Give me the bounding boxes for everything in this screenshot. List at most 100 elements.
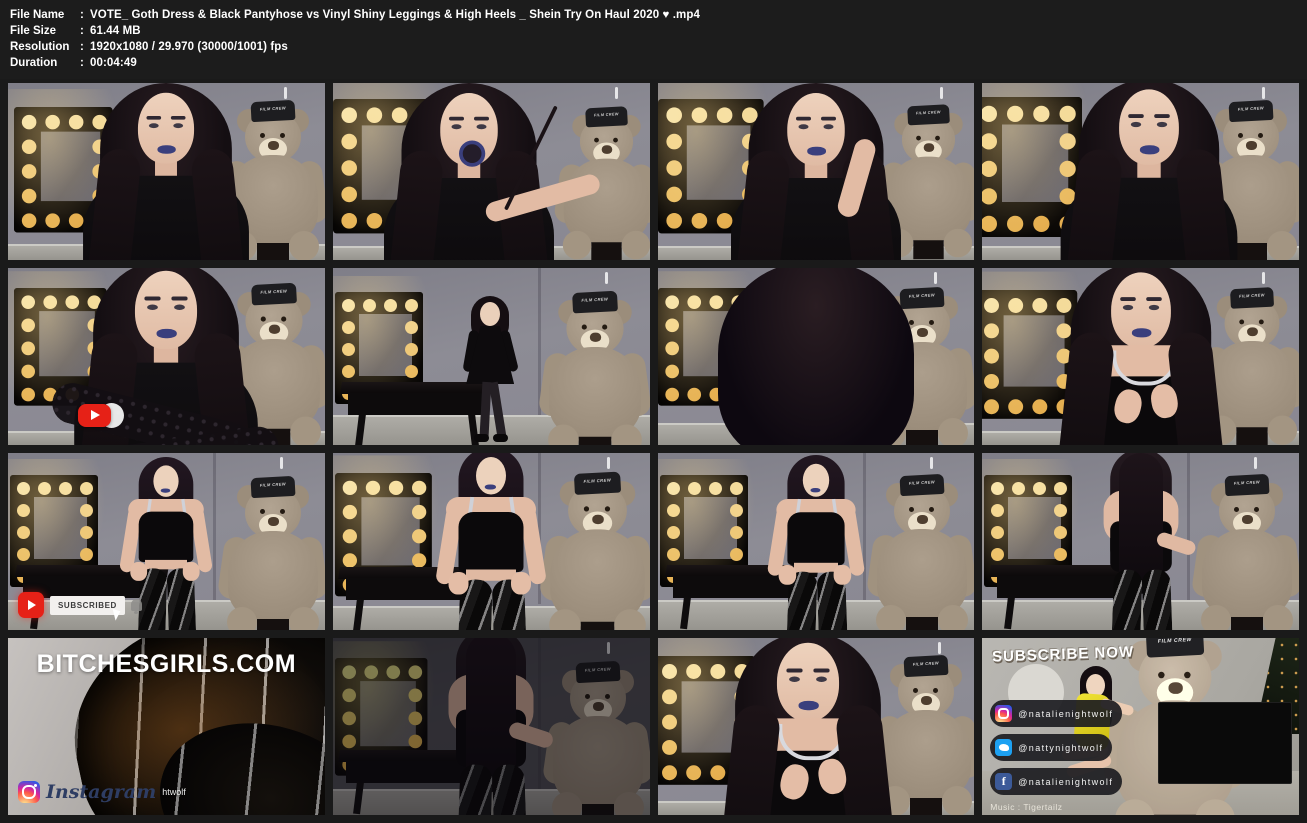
f-brow [1146,297,1162,301]
f-eye [1156,122,1166,127]
f-lips [1140,145,1160,154]
person-figure [369,83,569,260]
facebook-icon: f [995,773,1012,790]
b-nose [917,515,928,524]
fv-hand [449,572,469,595]
yt-tri [91,410,100,420]
b-cap-t: FILM CREW [1225,474,1269,486]
f-lips [158,145,176,154]
b-cap-t: FILM CREW [1146,638,1204,645]
meta-label: File Size [10,23,80,39]
thumbnail-frame-08: FILM CREW [982,268,1299,445]
f-brow [449,117,464,121]
person-figure [728,455,904,630]
b-eye [280,509,285,514]
f-brow [786,668,802,672]
thumbnail-frame-03: FILM CREW [658,83,975,260]
fv-cami [459,512,524,572]
duration-row: Duration:00:04:49 [10,55,1307,71]
file-info-header: File Name:VOTE_ Goth Dress & Black Panty… [0,0,1307,79]
cord [605,272,608,284]
instagram-handle: @natalienightwolf [1018,709,1113,719]
b-eye [281,317,286,322]
duration-value: 00:04:49 [90,57,137,69]
cord [1262,87,1265,99]
b-nose [917,328,928,337]
bell-icon [131,599,142,611]
resolution-value: 1920x1080 / 29.970 (30000/1001) fps [90,41,288,53]
f-eye [789,677,800,682]
meta-colon: : [80,55,90,71]
cord [615,87,618,99]
hb [718,268,914,445]
b-leg [944,229,973,258]
censor-box [1158,702,1292,784]
fv-hand [183,562,200,581]
person-figure [391,453,591,630]
facebook-handle: @natalienightwolf [1018,777,1113,787]
fv-leg [1110,569,1142,630]
thumbnail-frame-15: FILM CREW [658,638,975,815]
thumbnail-frame-13: BITCHESGIRLS.COM Instagram htwolf [8,638,325,815]
tw-b [999,744,1009,751]
b-cap-t: FILM CREW [900,287,944,299]
v-leg [1004,597,1015,630]
b-leg [289,231,319,260]
cord [280,457,283,469]
b-cap: FILM CREW [1146,638,1204,658]
b-eye [1254,507,1259,512]
f-brow [821,117,836,121]
b-leg [611,424,642,445]
instagram-icon [995,705,1012,722]
fd-tight [489,382,506,437]
cord [938,642,941,654]
thumbnail-frame-10: FILM CREW [333,453,650,630]
f-eye [823,124,833,129]
thumbnail-grid: FILM CREW FILM CREW FILM CREW FILM CREW … [0,79,1307,823]
f-lips [798,701,818,710]
b-nose [921,696,932,705]
f-hairf [834,703,897,815]
resolution-row: Resolution:1920x1080 / 29.970 (30000/100… [10,39,1307,55]
site-watermark: BITCHESGIRLS.COM [8,650,325,679]
twitter-icon [995,739,1012,756]
youtube-play-icon [78,401,126,431]
f-brow [474,117,489,121]
fv-hand [778,565,796,585]
instagram-wordmark: Instagram [46,781,156,803]
b-cap: FILM CREW [900,474,945,496]
b-leg [621,231,649,260]
b-nose [589,333,600,342]
b-eye [604,506,609,511]
b-nose [601,145,611,154]
meta-colon: : [80,39,90,55]
b-cap-t: FILM CREW [250,476,294,488]
b-body [563,159,649,243]
fv-lips [810,488,820,492]
thumbnail-frame-05: FILM CREW [8,268,325,445]
fv-lips [485,485,496,490]
person-figure [736,268,896,445]
b-eye [602,325,607,330]
cord [607,457,610,469]
b-leg [938,605,968,630]
cord [940,87,943,99]
b-eye [280,133,285,138]
meta-colon: : [80,23,90,39]
meta-label: Resolution [10,39,80,55]
b-nose [924,143,934,152]
fv-cami [139,512,194,562]
thumbnail-frame-01: FILM CREW [8,83,325,260]
b-cap-t: FILM CREW [585,106,627,118]
person-figure [700,638,916,815]
cord [1262,272,1265,284]
b-leg [289,607,319,630]
f-brow [796,117,811,121]
f-brow [1128,114,1144,118]
thumbnail-frame-12: FILM CREW [982,453,1299,630]
b-nose [268,141,279,150]
file-size-row: File Size:61.44 MB [10,23,1307,39]
thumbnail-frame-06: FILM CREW [333,268,650,445]
thumbnail-endcard: FILM CREW SUBSCRIBE NOW @natalienightwol… [982,638,1299,815]
f-lips [157,329,177,338]
